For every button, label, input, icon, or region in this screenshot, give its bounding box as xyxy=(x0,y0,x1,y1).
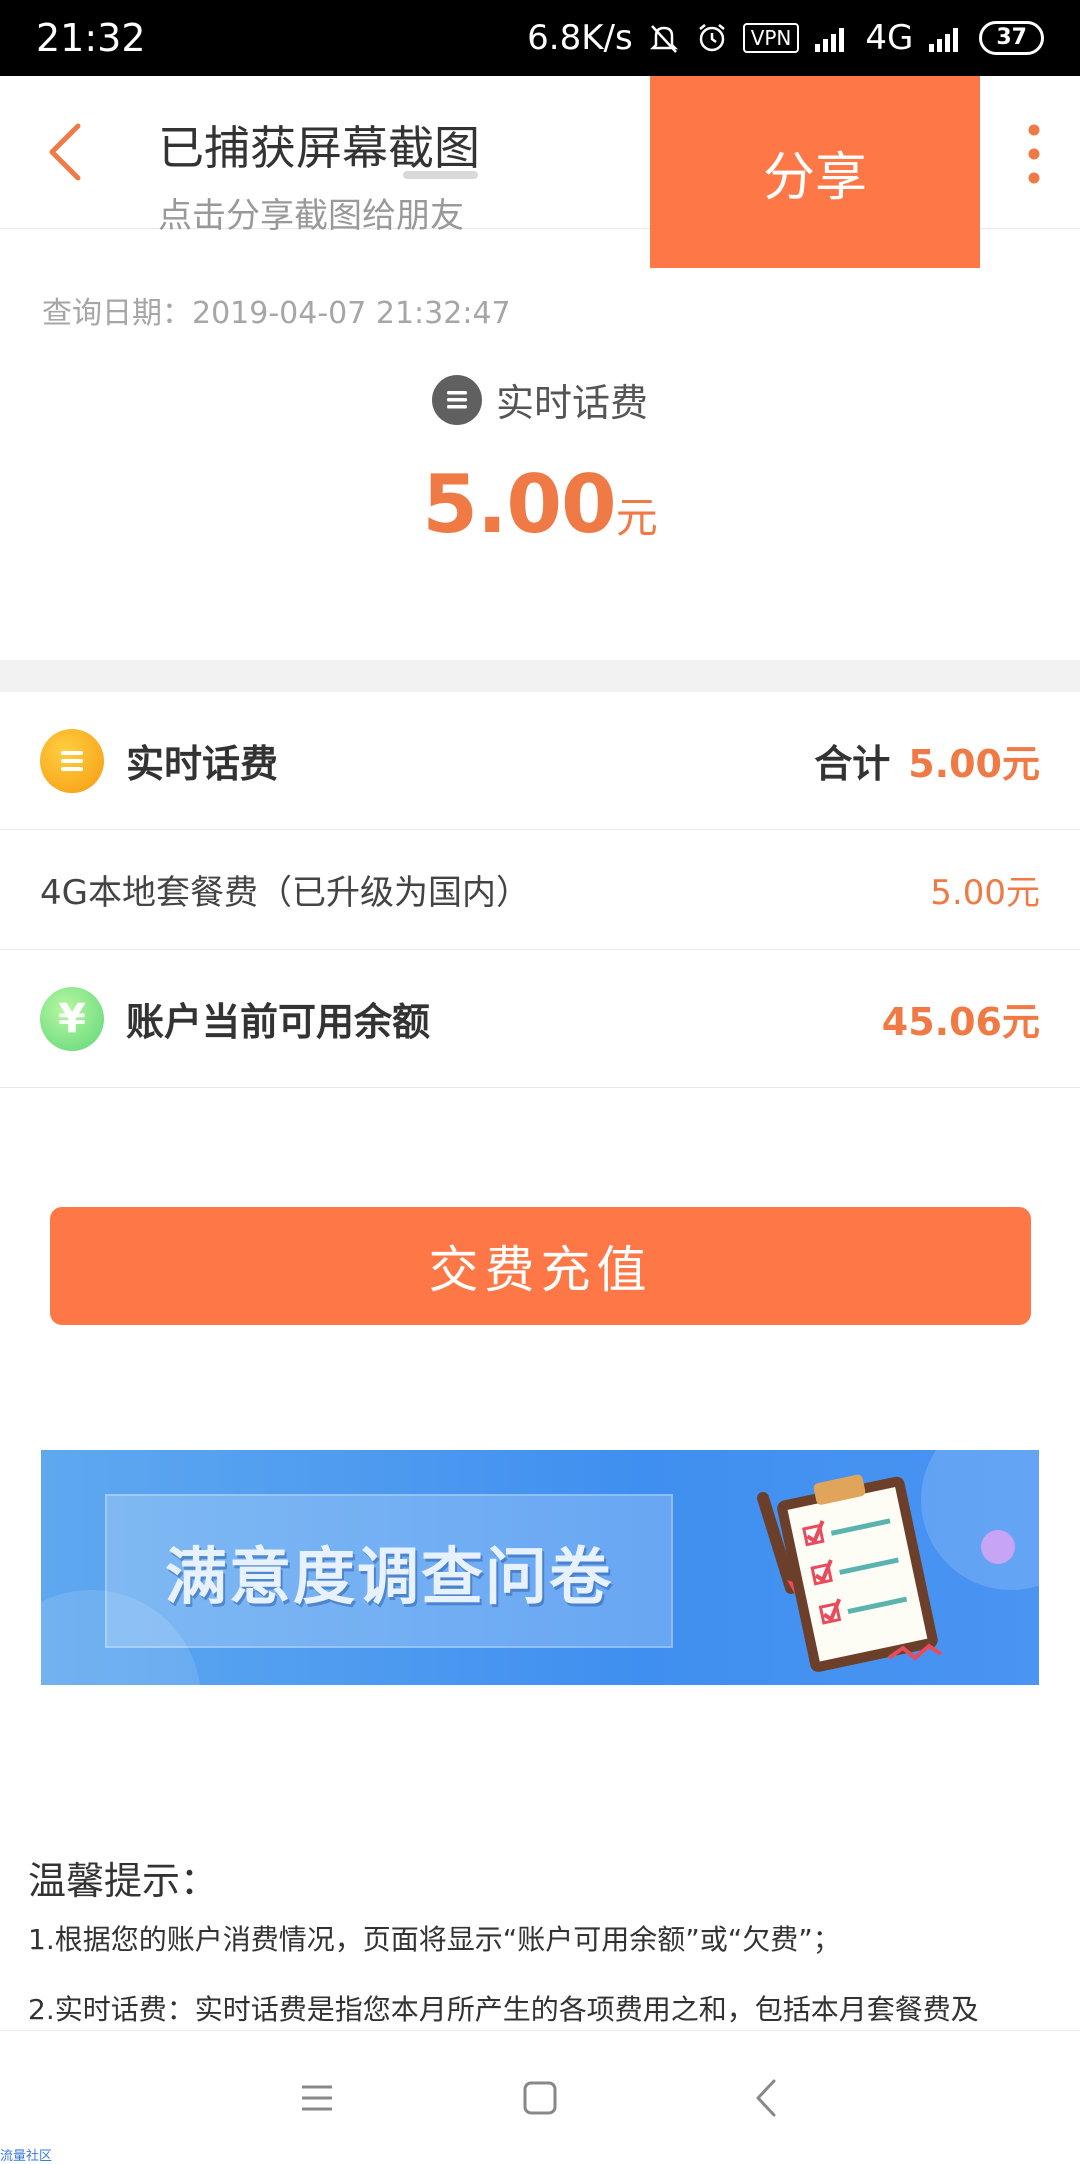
network-speed: 6.8K/s xyxy=(527,18,633,58)
summary-label: 实时话费 xyxy=(495,381,648,425)
tips-title: 温馨提示： xyxy=(28,1859,219,1903)
alarm-icon xyxy=(698,24,725,52)
popup-drag-handle[interactable] xyxy=(403,171,478,179)
banner-text: 满意度调查问卷 xyxy=(164,1540,613,1613)
share-button[interactable]: 分享 xyxy=(650,76,980,268)
total-value: 5.00元 xyxy=(908,742,1040,786)
plan-fee-row[interactable]: 4G本地套餐费（已升级为国内） 5.00元 xyxy=(0,830,1080,950)
summary-amount-row: 5.00 元 xyxy=(0,458,1080,551)
more-menu-icon[interactable] xyxy=(1016,118,1052,190)
vpn-badge: VPN xyxy=(742,23,800,53)
status-time: 21:32 xyxy=(36,16,146,60)
recharge-button[interactable]: 交费充值 xyxy=(50,1207,1031,1325)
mute-bell-icon xyxy=(649,25,678,53)
survey-banner[interactable]: 满意度调查问卷 xyxy=(41,1450,1039,1685)
realtime-fee-row[interactable]: 实时话费 合计 5.00元 xyxy=(0,692,1080,830)
yuan-icon: ¥ xyxy=(40,986,104,1051)
clipboard-checklist-icon xyxy=(757,1474,943,1672)
watermark: 流量社区 xyxy=(0,2149,53,2164)
query-date: 查询日期：2019-04-07 21:32:47 xyxy=(42,296,511,331)
section-divider xyxy=(0,660,1080,692)
signal-2-icon xyxy=(929,28,959,52)
back-arrow-icon[interactable] xyxy=(38,116,94,188)
summary-unit: 元 xyxy=(615,493,658,542)
total-label: 合计 xyxy=(814,742,891,786)
tips-line-1: 1.根据您的账户消费情况，页面将显示“账户可用余额”或“欠费”； xyxy=(28,1923,841,1956)
network-type: 4G xyxy=(865,18,914,58)
plan-fee-name: 4G本地套餐费（已升级为国内） xyxy=(40,873,530,913)
balance-value: 45.06元 xyxy=(881,1000,1040,1044)
home-icon[interactable] xyxy=(515,2073,565,2123)
realtime-fee-title: 实时话费 xyxy=(126,742,279,786)
screenshot-popup[interactable]: 已捕获屏幕截图 点击分享截图给朋友 xyxy=(100,76,650,236)
summary-amount: 5.00 xyxy=(422,458,616,551)
status-bar: 21:32 6.8K/s VPN 4G 37 xyxy=(0,0,1080,76)
signal-icon xyxy=(815,28,845,52)
balance-row[interactable]: ¥ 账户当前可用余额 45.06元 xyxy=(0,950,1080,1088)
list-icon xyxy=(40,728,104,793)
summary-label-row: 实时话费 xyxy=(0,372,1080,427)
list-icon xyxy=(431,374,482,425)
battery-icon: 37 xyxy=(979,21,1044,55)
balance-title: 账户当前可用余额 xyxy=(126,1000,431,1044)
screenshot-title: 已捕获屏幕截图 xyxy=(158,121,480,175)
plan-fee-value: 5.00元 xyxy=(930,873,1040,913)
system-nav-bar xyxy=(0,2030,1080,2161)
banner-decor-dot xyxy=(981,1530,1015,1564)
back-icon[interactable] xyxy=(742,2073,792,2123)
tips-line-2: 2.实时话费：实时话费是指您本月所产生的各项费用之和，包括本月套餐费及 xyxy=(28,1993,979,2026)
status-icons: 6.8K/s VPN 4G 37 xyxy=(527,18,1044,58)
screenshot-subtitle: 点击分享截图给朋友 xyxy=(158,196,464,236)
recent-apps-icon[interactable] xyxy=(292,2073,342,2123)
banner-text-box: 满意度调查问卷 xyxy=(105,1494,673,1648)
